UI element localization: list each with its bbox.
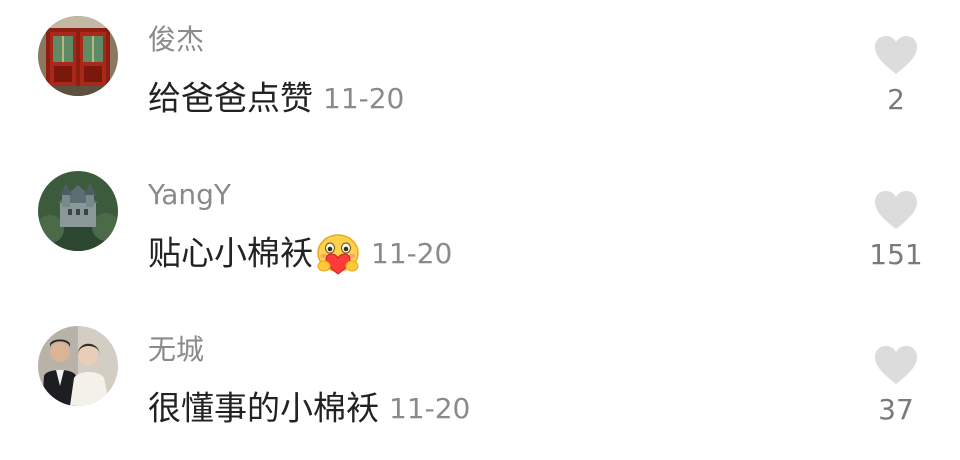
comment-item: YangY 贴心小棉袄 11-20 151 (0, 155, 960, 305)
comment-body: 给爸爸点赞 11-20 (148, 76, 404, 121)
user-avatar[interactable] (38, 171, 118, 251)
like-count: 151 (869, 238, 923, 271)
user-avatar[interactable] (38, 16, 118, 96)
username[interactable]: 俊杰 (148, 20, 204, 60)
comment-item: 无城 很懂事的小棉袄 11-20 37 (0, 310, 960, 460)
comment-body: 很懂事的小棉袄 11-20 (148, 386, 470, 431)
comment-list: 俊杰 给爸爸点赞 11-20 2 YangY 贴心小棉袄 11-20 151 无… (0, 0, 960, 442)
heart-icon (875, 191, 917, 229)
username[interactable]: 无城 (148, 330, 204, 370)
heart-icon (875, 346, 917, 384)
comment-date: 11-20 (323, 81, 405, 115)
like-count: 2 (887, 83, 905, 116)
heart-icon (875, 36, 917, 74)
couple-photo-avatar-image (38, 326, 118, 406)
door-avatar-image (38, 16, 118, 96)
like-button[interactable]: 151 (866, 189, 926, 273)
castle-avatar-image (38, 171, 118, 251)
user-avatar[interactable] (38, 326, 118, 406)
hugging-heart-emoji-icon (317, 233, 359, 275)
like-count: 37 (878, 393, 914, 426)
comment-body: 贴心小棉袄 11-20 (148, 231, 452, 276)
comment-date: 11-20 (371, 236, 453, 270)
comment-text: 很懂事的小棉袄 (148, 388, 379, 428)
username[interactable]: YangY (148, 175, 231, 215)
comment-text: 贴心小棉袄 (148, 233, 313, 273)
comment-item: 俊杰 给爸爸点赞 11-20 2 (0, 0, 960, 150)
comment-date: 11-20 (389, 391, 471, 425)
like-button[interactable]: 2 (866, 34, 926, 118)
like-button[interactable]: 37 (866, 344, 926, 428)
comment-text: 给爸爸点赞 (148, 78, 313, 118)
